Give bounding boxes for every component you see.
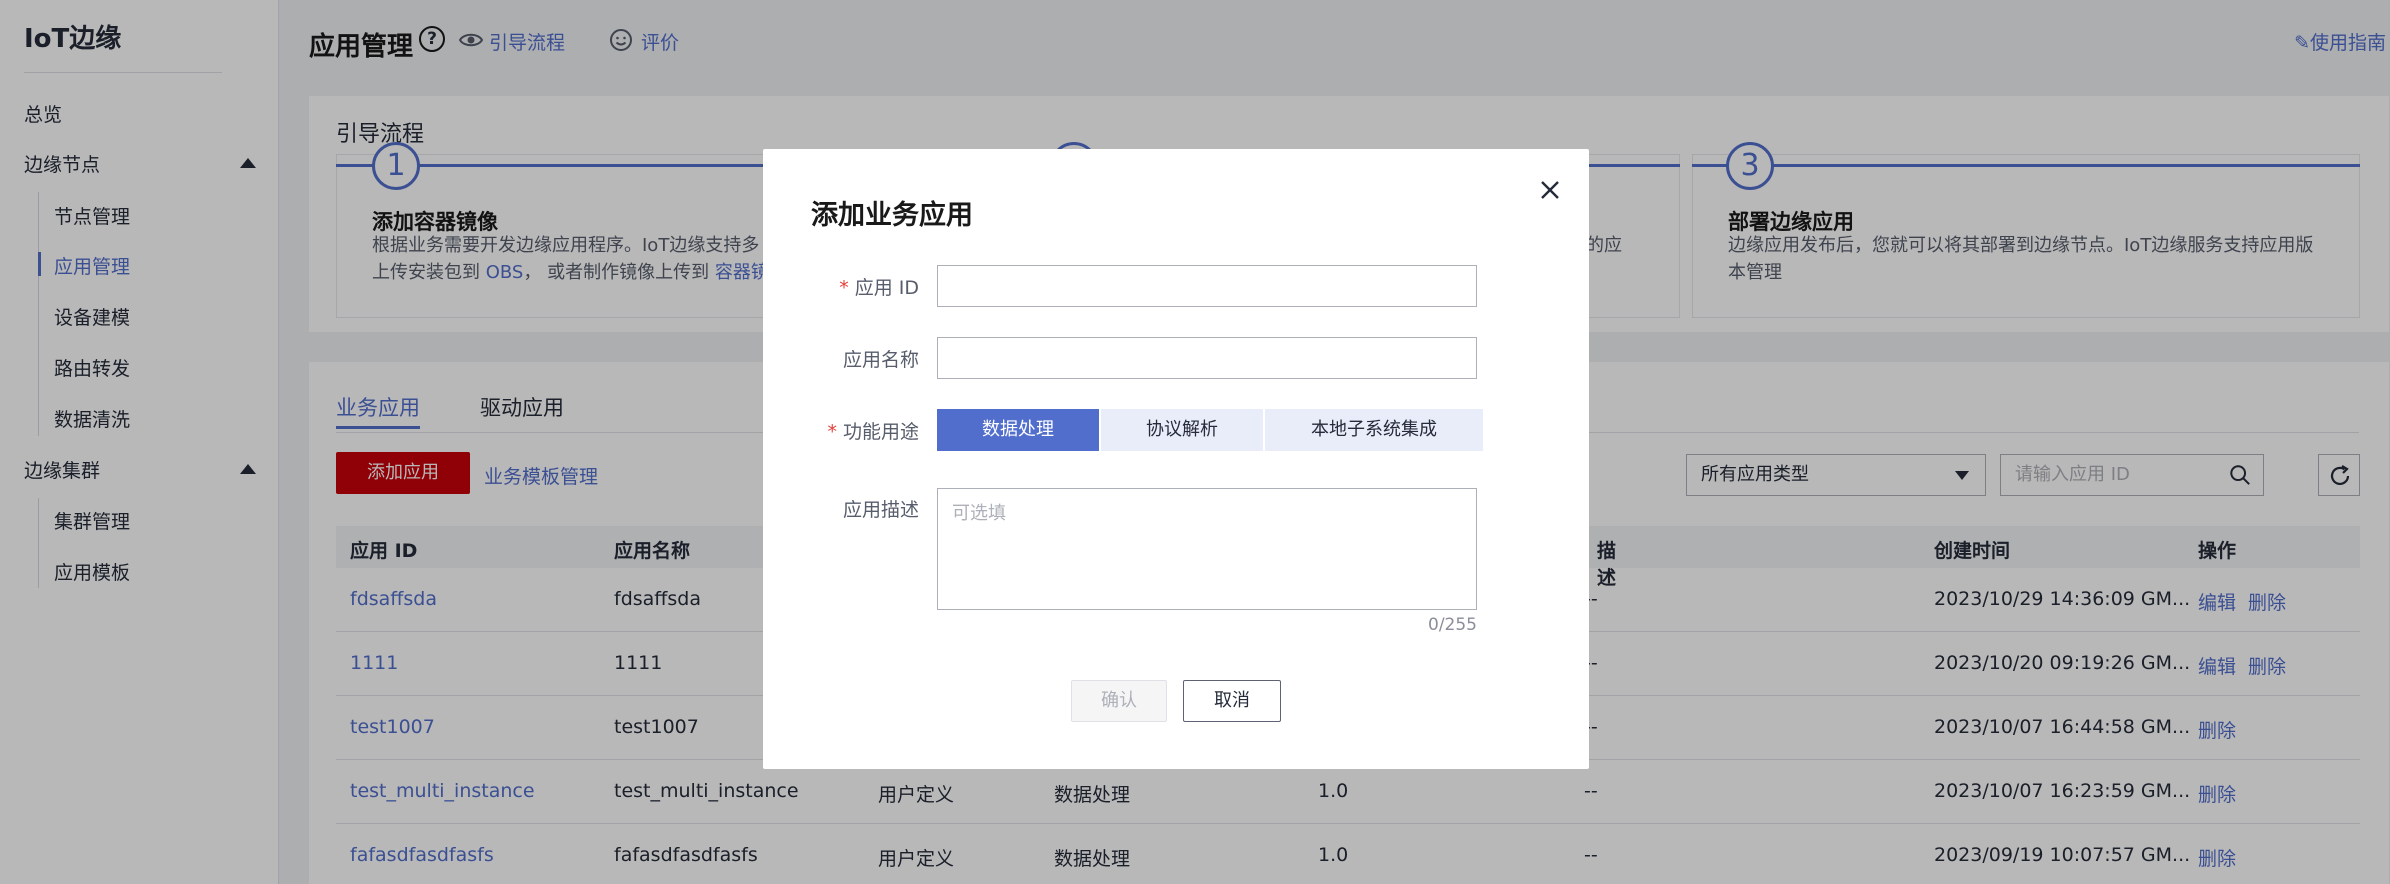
app-id-label: * 应用 ID — [815, 273, 919, 300]
close-icon[interactable] — [1535, 175, 1565, 205]
function-label: * 功能用途 — [815, 417, 919, 444]
dialog-title: 添加业务应用 — [811, 200, 973, 231]
add-business-app-dialog: 添加业务应用 * 应用 ID 应用名称 * 功能用途 数据处理 协议解析 本地子系统… — [763, 149, 1589, 769]
function-option-local-subsystem[interactable]: 本地子系统集成 — [1265, 409, 1483, 451]
description-placeholder: 可选填 — [952, 503, 1006, 524]
app-id-input[interactable] — [937, 265, 1477, 307]
required-mark: * — [839, 277, 849, 299]
function-label-text: 功能用途 — [842, 421, 919, 443]
function-option-protocol-parsing[interactable]: 协议解析 — [1101, 409, 1263, 451]
description-label: 应用描述 — [842, 499, 919, 521]
app-name-label: 应用名称 — [842, 349, 919, 371]
cancel-button[interactable]: 取消 — [1183, 680, 1281, 722]
confirm-button[interactable]: 确认 — [1071, 680, 1167, 722]
app-name-input[interactable] — [937, 337, 1477, 379]
description-textarea[interactable]: 可选填 — [937, 488, 1477, 610]
char-counter: 0/255 — [1428, 615, 1477, 635]
function-option-data-processing[interactable]: 数据处理 — [937, 409, 1099, 451]
required-mark: * — [827, 421, 837, 443]
app-id-label-text: 应用 ID — [854, 277, 919, 299]
